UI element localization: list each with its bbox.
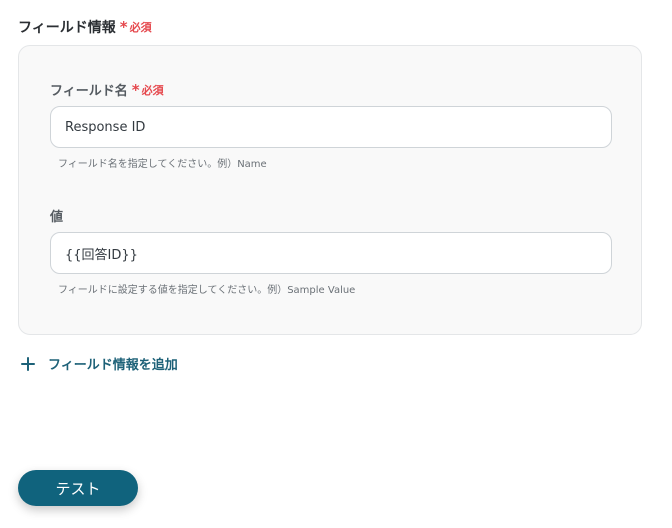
required-asterisk: *	[131, 80, 140, 99]
add-field-info-label: フィールド情報を追加	[48, 358, 178, 373]
section-title: フィールド情報 * 必須	[18, 17, 152, 37]
value-label-text: 値	[50, 210, 64, 225]
value-label: 値	[50, 206, 63, 225]
field-name-input[interactable]	[50, 106, 612, 148]
plus-icon	[20, 356, 36, 372]
required-text: 必須	[141, 83, 164, 97]
field-info-form: フィールド情報 * 必須 フィールド名 * 必須 フィールド名を指定してください…	[0, 0, 672, 528]
value-hint: フィールドに設定する値を指定してください。例）Sample Value	[58, 285, 356, 296]
value-input[interactable]	[50, 232, 612, 274]
field-name-label-text: フィールド名	[50, 84, 128, 99]
test-button[interactable]: テスト	[18, 470, 138, 506]
add-field-info-button[interactable]: フィールド情報を追加	[20, 354, 178, 373]
field-name-label: フィールド名 * 必須	[50, 80, 164, 100]
field-info-card: フィールド名 * 必須 フィールド名を指定してください。例）Name 値 フィー…	[18, 45, 642, 335]
required-asterisk: *	[119, 18, 128, 36]
field-name-hint: フィールド名を指定してください。例）Name	[58, 159, 267, 170]
section-title-text: フィールド情報	[18, 20, 116, 36]
required-text: 必須	[129, 21, 152, 34]
